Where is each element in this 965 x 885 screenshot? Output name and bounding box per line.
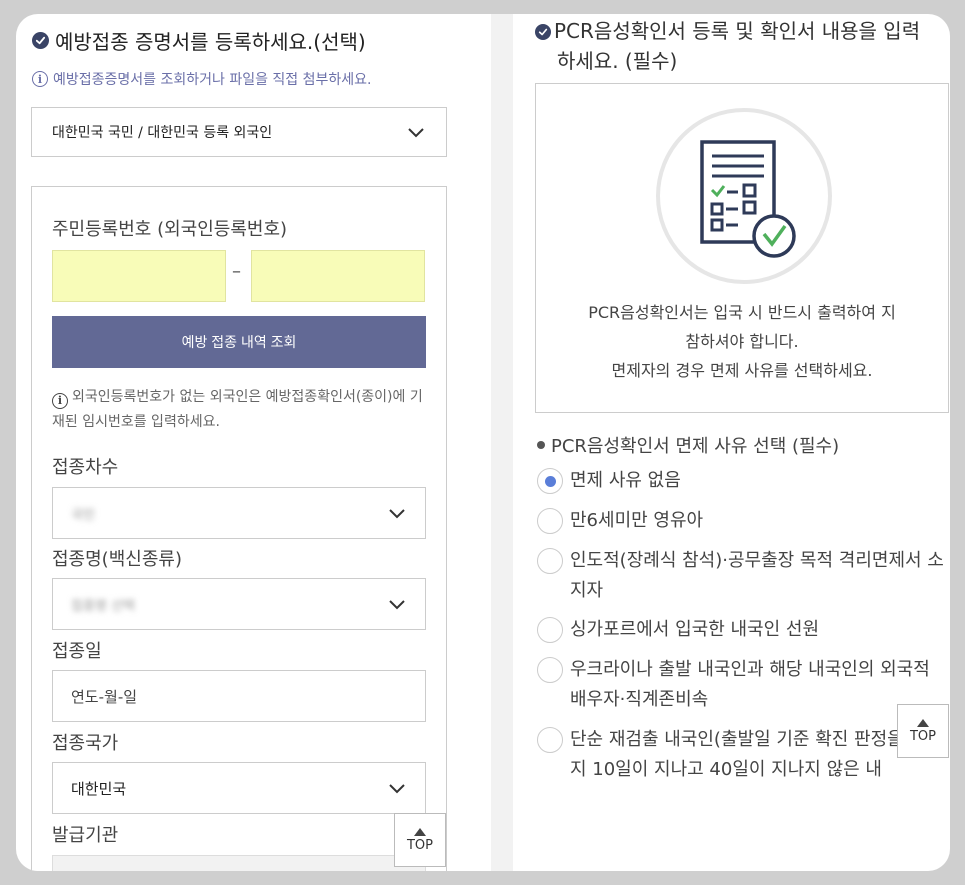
exempt-reason-title-text: PCR음성확인서 면제 사유 선택 (필수) bbox=[551, 436, 840, 457]
chevron-down-icon bbox=[389, 509, 405, 519]
pcr-message-line3: 면제자의 경우 면제 사유를 선택하세요. bbox=[611, 361, 873, 380]
id-separator: – bbox=[232, 261, 241, 282]
vaccine-name-select[interactable]: 접종명 선택 bbox=[52, 578, 426, 630]
dose-select[interactable]: 국민 bbox=[52, 487, 426, 539]
chevron-down-icon bbox=[389, 600, 405, 610]
pcr-title-line1: PCR음성확인서 등록 및 확인서 내용을 입력 bbox=[554, 19, 921, 43]
pcr-message-line2: 참하셔야 합니다. bbox=[685, 332, 799, 351]
vaccination-history-query-button[interactable]: 예방 접종 내역 조회 bbox=[52, 316, 426, 368]
foreigner-note: i 외국인등록번호가 없는 외국인은 예방접종확인서(종이)에 기재된 임시번호를… bbox=[52, 385, 430, 435]
exempt-option[interactable]: 면제 사유 없음 bbox=[537, 466, 947, 496]
info-icon: i bbox=[52, 392, 68, 409]
pcr-message: PCR음성확인서는 입국 시 반드시 출력하여 지 참하셔야 합니다. 면제자의… bbox=[536, 298, 948, 385]
check-circle-icon bbox=[32, 32, 49, 49]
column-divider bbox=[491, 14, 513, 871]
app-frame: 예방접종 증명서를 등록하세요.(선택) i 예방접종증명서를 조회하거나 파일… bbox=[16, 14, 950, 871]
vaccine-name-label: 접종명(백신종류) bbox=[52, 549, 182, 570]
bullet-icon bbox=[537, 441, 545, 449]
scroll-top-button[interactable]: TOP bbox=[897, 704, 949, 758]
vaccine-title-text: 예방접종 증명서를 등록하세요.(선택) bbox=[55, 30, 366, 54]
nationality-select[interactable]: 대한민국 국민 / 대한민국 등록 외국인 bbox=[31, 107, 447, 157]
exempt-option-label: 단순 재검출 내국인(출발일 기준 확진 판정을 받은지 10일이 지나고 40… bbox=[570, 729, 943, 780]
id-number-back-input[interactable] bbox=[251, 250, 425, 302]
radio-icon[interactable] bbox=[537, 617, 563, 643]
exempt-option-label: 싱가포르에서 입국한 내국인 선원 bbox=[570, 619, 820, 640]
arrow-up-icon bbox=[414, 827, 426, 836]
issuer-input[interactable] bbox=[52, 855, 426, 871]
radio-selected-icon[interactable] bbox=[537, 468, 563, 494]
pcr-section: PCR음성확인서 등록 및 확인서 내용을 입력 하세요. (필수) PCR음성… bbox=[513, 14, 950, 871]
pcr-upload-panel[interactable]: PCR음성확인서는 입국 시 반드시 출력하여 지 참하셔야 합니다. 면제자의… bbox=[535, 83, 949, 413]
exempt-option[interactable]: 우크라이나 출발 내국인과 해당 내국인의 외국적 배우자·직계존비속 bbox=[537, 655, 947, 715]
issuer-label: 발급기관 bbox=[52, 825, 119, 846]
radio-icon[interactable] bbox=[537, 657, 563, 683]
scroll-top-label: TOP bbox=[406, 837, 433, 853]
vaccination-date-placeholder: 연도-월-일 bbox=[71, 687, 138, 706]
arrow-up-icon bbox=[917, 718, 929, 727]
check-circle-icon bbox=[535, 24, 551, 40]
exempt-option-label: 만6세미만 영유아 bbox=[570, 510, 704, 531]
vaccination-date-input[interactable]: 연도-월-일 bbox=[52, 670, 426, 722]
exempt-option-label: 인도적(장례식 참석)·공무출장 목적 격리면제서 소지자 bbox=[570, 550, 944, 601]
pcr-title-line2: 하세요. (필수) bbox=[557, 49, 678, 73]
chevron-down-icon bbox=[389, 784, 405, 794]
chevron-down-icon bbox=[408, 128, 424, 138]
vaccination-country-value: 대한민국 bbox=[71, 779, 127, 798]
dose-select-value: 국민 bbox=[71, 507, 95, 523]
radio-icon[interactable] bbox=[537, 508, 563, 534]
scroll-top-button[interactable]: TOP bbox=[394, 813, 446, 867]
scroll-top-label: TOP bbox=[909, 728, 936, 744]
exempt-reason-title: PCR음성확인서 면제 사유 선택 (필수) bbox=[537, 432, 839, 458]
info-icon: i bbox=[32, 71, 48, 87]
exempt-option-label: 우크라이나 출발 내국인과 해당 내국인의 외국적 배우자·직계존비속 bbox=[570, 659, 930, 710]
vaccination-country-select[interactable]: 대한민국 bbox=[52, 762, 426, 814]
nationality-select-value: 대한민국 국민 / 대한민국 등록 외국인 bbox=[52, 125, 273, 141]
exempt-option[interactable]: 싱가포르에서 입국한 내국인 선원 bbox=[537, 615, 947, 645]
vaccine-section-title: 예방접종 증명서를 등록하세요.(선택) bbox=[32, 26, 366, 55]
vaccine-section: 예방접종 증명서를 등록하세요.(선택) i 예방접종증명서를 조회하거나 파일… bbox=[16, 14, 491, 871]
foreigner-note-text: 외국인등록번호가 없는 외국인은 예방접종확인서(종이)에 기재된 임시번호를 … bbox=[52, 389, 423, 430]
vaccine-name-select-value: 접종명 선택 bbox=[71, 598, 135, 614]
id-number-label: 주민등록번호 (외국인등록번호) bbox=[52, 219, 288, 240]
vaccine-hint: i 예방접종증명서를 조회하거나 파일을 직접 첨부하세요. bbox=[32, 69, 372, 89]
radio-icon[interactable] bbox=[537, 548, 563, 574]
exempt-option[interactable]: 단순 재검출 내국인(출발일 기준 확진 판정을 받은지 10일이 지나고 40… bbox=[537, 725, 947, 785]
pcr-section-title: PCR음성확인서 등록 및 확인서 내용을 입력 하세요. (필수) bbox=[535, 16, 950, 76]
id-number-front-input[interactable] bbox=[52, 250, 226, 302]
vaccination-date-label: 접종일 bbox=[52, 641, 102, 662]
vaccine-hint-text: 예방접종증명서를 조회하거나 파일을 직접 첨부하세요. bbox=[53, 72, 372, 88]
vaccination-country-label: 접종국가 bbox=[52, 733, 119, 754]
vaccine-form-panel: 주민등록번호 (외국인등록번호) – 예방 접종 내역 조회 i 외국인등록번호가… bbox=[31, 186, 447, 871]
pcr-message-line1: PCR음성확인서는 입국 시 반드시 출력하여 지 bbox=[588, 303, 896, 322]
document-check-icon bbox=[656, 108, 832, 284]
exempt-option[interactable]: 만6세미만 영유아 bbox=[537, 506, 947, 536]
dose-label: 접종차수 bbox=[52, 457, 119, 478]
exempt-option-label: 면제 사유 없음 bbox=[570, 470, 681, 491]
exempt-option[interactable]: 인도적(장례식 참석)·공무출장 목적 격리면제서 소지자 bbox=[537, 546, 947, 606]
radio-icon[interactable] bbox=[537, 727, 563, 753]
